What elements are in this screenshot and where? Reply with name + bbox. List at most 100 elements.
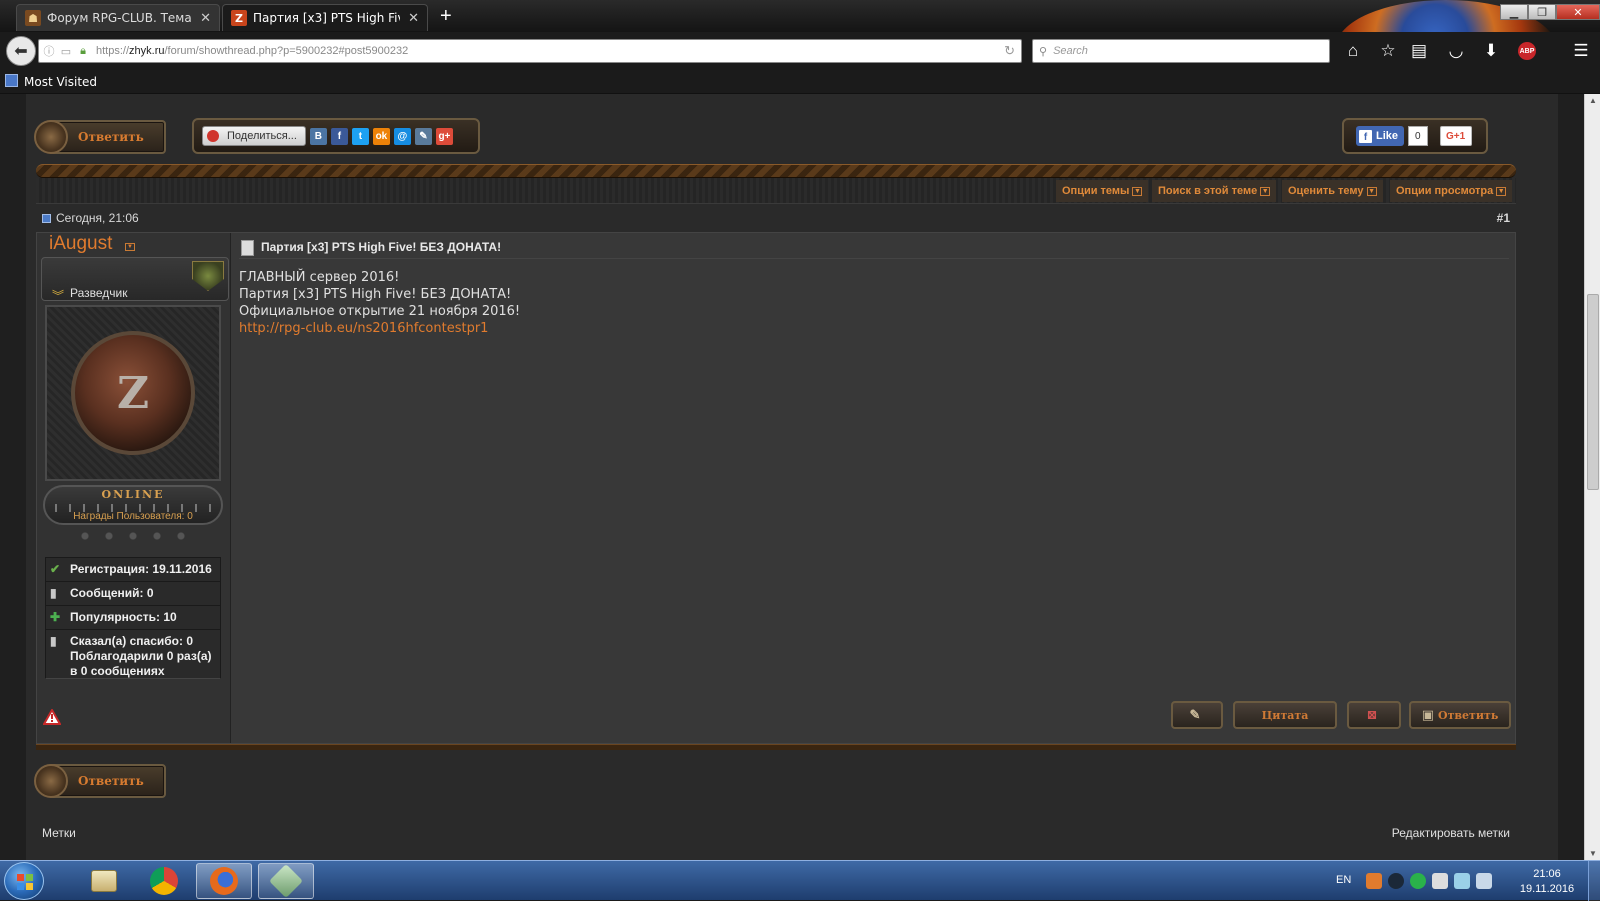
address-bar[interactable]: ⓘ ▭ 🔒︎ https://zhyk.ru/forum/showthread.… [38, 39, 1022, 63]
start-button[interactable] [4, 862, 44, 900]
facebook-like-button[interactable]: f Like [1356, 126, 1405, 146]
search-thread-menu[interactable]: Поиск в этой теме ▼ [1152, 180, 1277, 202]
report-warning-icon[interactable] [43, 709, 61, 725]
post-header: Сегодня, 21:06 #1 [36, 206, 1516, 230]
most-visited-bookmark[interactable]: Most Visited [24, 75, 97, 89]
system-clock[interactable]: 21:06 19.11.2016 [1512, 867, 1582, 897]
google-plus-one-button[interactable]: G+1 [1439, 126, 1472, 146]
most-visited-icon [5, 74, 18, 87]
bookmarks-list-icon[interactable]: ▤ [1406, 39, 1432, 63]
flag-tray-icon[interactable] [1432, 873, 1448, 889]
scroll-down-icon[interactable]: ▼ [1589, 849, 1597, 858]
taskbar-explorer[interactable] [76, 863, 132, 899]
firefox-icon [210, 867, 238, 895]
display-options-menu[interactable]: Опции просмотра ▼ [1390, 180, 1513, 202]
steam-tray-icon[interactable] [1388, 873, 1404, 889]
plus-icon: ✚ [50, 610, 61, 624]
stat-text: Сказал(а) спасибо: 0 Поблагодарили 0 раз… [70, 634, 212, 678]
multiquote-button[interactable]: ⊠ [1347, 701, 1401, 729]
vk-icon[interactable]: В [309, 127, 327, 145]
fb-like-label: Like [1376, 130, 1399, 142]
back-button[interactable]: ⬅ [6, 36, 36, 66]
reload-icon[interactable]: ↻ [1004, 43, 1015, 59]
rate-thread-menu[interactable]: Оценить тему ▼ [1282, 180, 1383, 202]
page-viewport: Ответить Поделиться... В f t ok @ ✎ g+ f… [0, 94, 1584, 860]
online-label: ONLINE [101, 488, 165, 501]
adblock-plus-icon[interactable]: ABP [1518, 42, 1536, 60]
zhyk-favicon: Z [231, 10, 247, 26]
reply-button-bottom[interactable]: Ответить [34, 764, 166, 798]
bookmark-star-icon[interactable]: ☆ [1375, 39, 1401, 63]
taskbar-chrome[interactable] [136, 863, 192, 899]
browser-tab-bar: ☗ Форум RPG-CLUB. Тема: ... ✕ Z Партия [… [0, 0, 1600, 95]
download-icon[interactable]: ⬇ [1478, 39, 1504, 63]
facebook-logo-icon: f [1359, 129, 1372, 143]
minimize-button[interactable]: ▁ [1500, 4, 1528, 20]
windows-taskbar: EN 21:06 19.11.2016 [0, 860, 1600, 901]
close-tab-icon[interactable]: ✕ [200, 11, 211, 26]
quick-reply-button[interactable]: ▣ Ответить [1409, 701, 1511, 729]
taskbar-firefox[interactable] [196, 863, 252, 899]
quote-button[interactable]: Цитата [1233, 701, 1337, 729]
livejournal-icon[interactable]: ✎ [414, 127, 432, 145]
post-line: Официальное открытие 21 ноября 2016! [239, 304, 521, 319]
edit-tags-link[interactable]: Редактировать метки [1392, 826, 1510, 840]
stat-text: Регистрация: 19.11.2016 [70, 562, 212, 576]
document-icon [241, 240, 254, 256]
close-tab-icon[interactable]: ✕ [408, 11, 419, 26]
stat-registration: ✔ Регистрация: 19.11.2016 [45, 557, 221, 582]
post-number-link[interactable]: #1 [1497, 211, 1510, 225]
search-input[interactable]: ⚲ Search [1032, 39, 1330, 63]
new-tab-button[interactable]: + [440, 6, 452, 26]
share-button[interactable]: Поделиться... [202, 126, 306, 146]
page-icon: ▭ [60, 45, 72, 58]
mail-ru-icon[interactable]: @ [393, 127, 411, 145]
clock-date: 19.11.2016 [1519, 883, 1575, 895]
opt-label: Опции темы [1062, 185, 1130, 197]
user-avatar[interactable]: Z [45, 305, 221, 481]
info-icon[interactable]: ⓘ [42, 43, 56, 59]
volume-tray-icon[interactable] [1476, 873, 1492, 889]
lock-icon[interactable]: 🔒︎ [76, 45, 90, 58]
language-indicator[interactable]: EN [1336, 874, 1351, 886]
scroll-up-icon[interactable]: ▲ [1589, 96, 1597, 105]
thread-options-menu[interactable]: Опции темы ▼ [1056, 180, 1149, 202]
twitter-icon[interactable]: t [351, 127, 369, 145]
menu-icon[interactable]: ☰ [1568, 39, 1594, 63]
reply-button-top[interactable]: Ответить [34, 120, 166, 154]
post-link[interactable]: http://rpg-club.eu/ns2016hfcontestpr1 [239, 320, 520, 337]
show-desktop-button[interactable] [1588, 861, 1600, 901]
post-line: ГЛАВНЫЙ сервер 2016! [239, 270, 400, 285]
google-plus-icon[interactable]: g+ [435, 127, 453, 145]
tab-zhyk-thread[interactable]: Z Партия [x3] PTS High Five!... ✕ [222, 4, 428, 31]
zhyk-tray-icon[interactable] [1366, 873, 1382, 889]
tab-title: Партия [x3] PTS High Five!... [253, 11, 400, 25]
post-body: ГЛАВНЫЙ сервер 2016! Партия [x3] PTS Hig… [239, 269, 520, 337]
thanks-icon: ▮ [50, 634, 57, 648]
pocket-icon[interactable]: ◡ [1443, 39, 1469, 63]
edit-post-button[interactable]: ✎ [1171, 701, 1223, 729]
odnoklassniki-icon[interactable]: ok [372, 127, 390, 145]
award-slots [73, 531, 193, 541]
page-scrollbar[interactable]: ▲ ▼ [1584, 94, 1600, 860]
green-tray-icon[interactable] [1410, 873, 1426, 889]
network-tray-icon[interactable] [1454, 873, 1470, 889]
scrollbar-thumb[interactable] [1587, 294, 1599, 490]
post-status-icon [42, 214, 51, 223]
chevron-down-icon: ▼ [1366, 186, 1377, 196]
chevron-down-icon: ▼ [1496, 186, 1507, 196]
tags-heading: Метки [42, 826, 76, 840]
username-link[interactable]: iAugust [49, 233, 112, 255]
user-menu-chevron-icon[interactable]: ▼ [125, 243, 135, 251]
facebook-icon[interactable]: f [330, 127, 348, 145]
home-icon[interactable]: ⌂ [1340, 39, 1366, 63]
window-close-button[interactable]: ✕ [1556, 4, 1600, 20]
url-text[interactable]: https://zhyk.ru/forum/showthread.php?p=5… [96, 45, 408, 57]
tab-rpg-club[interactable]: ☗ Форум RPG-CLUB. Тема: ... ✕ [16, 4, 220, 31]
taskbar-app[interactable] [258, 863, 314, 899]
opt-label: Опции просмотра [1396, 185, 1494, 197]
share-label: Поделиться... [227, 130, 297, 142]
maximize-button[interactable]: ❐ [1528, 4, 1556, 20]
navigation-toolbar: ⬅ ⓘ ▭ 🔒︎ https://zhyk.ru/forum/showthrea… [0, 32, 1600, 69]
message-pane: Партия [x3] PTS High Five! БЕЗ ДОНАТА! Г… [233, 233, 1515, 743]
